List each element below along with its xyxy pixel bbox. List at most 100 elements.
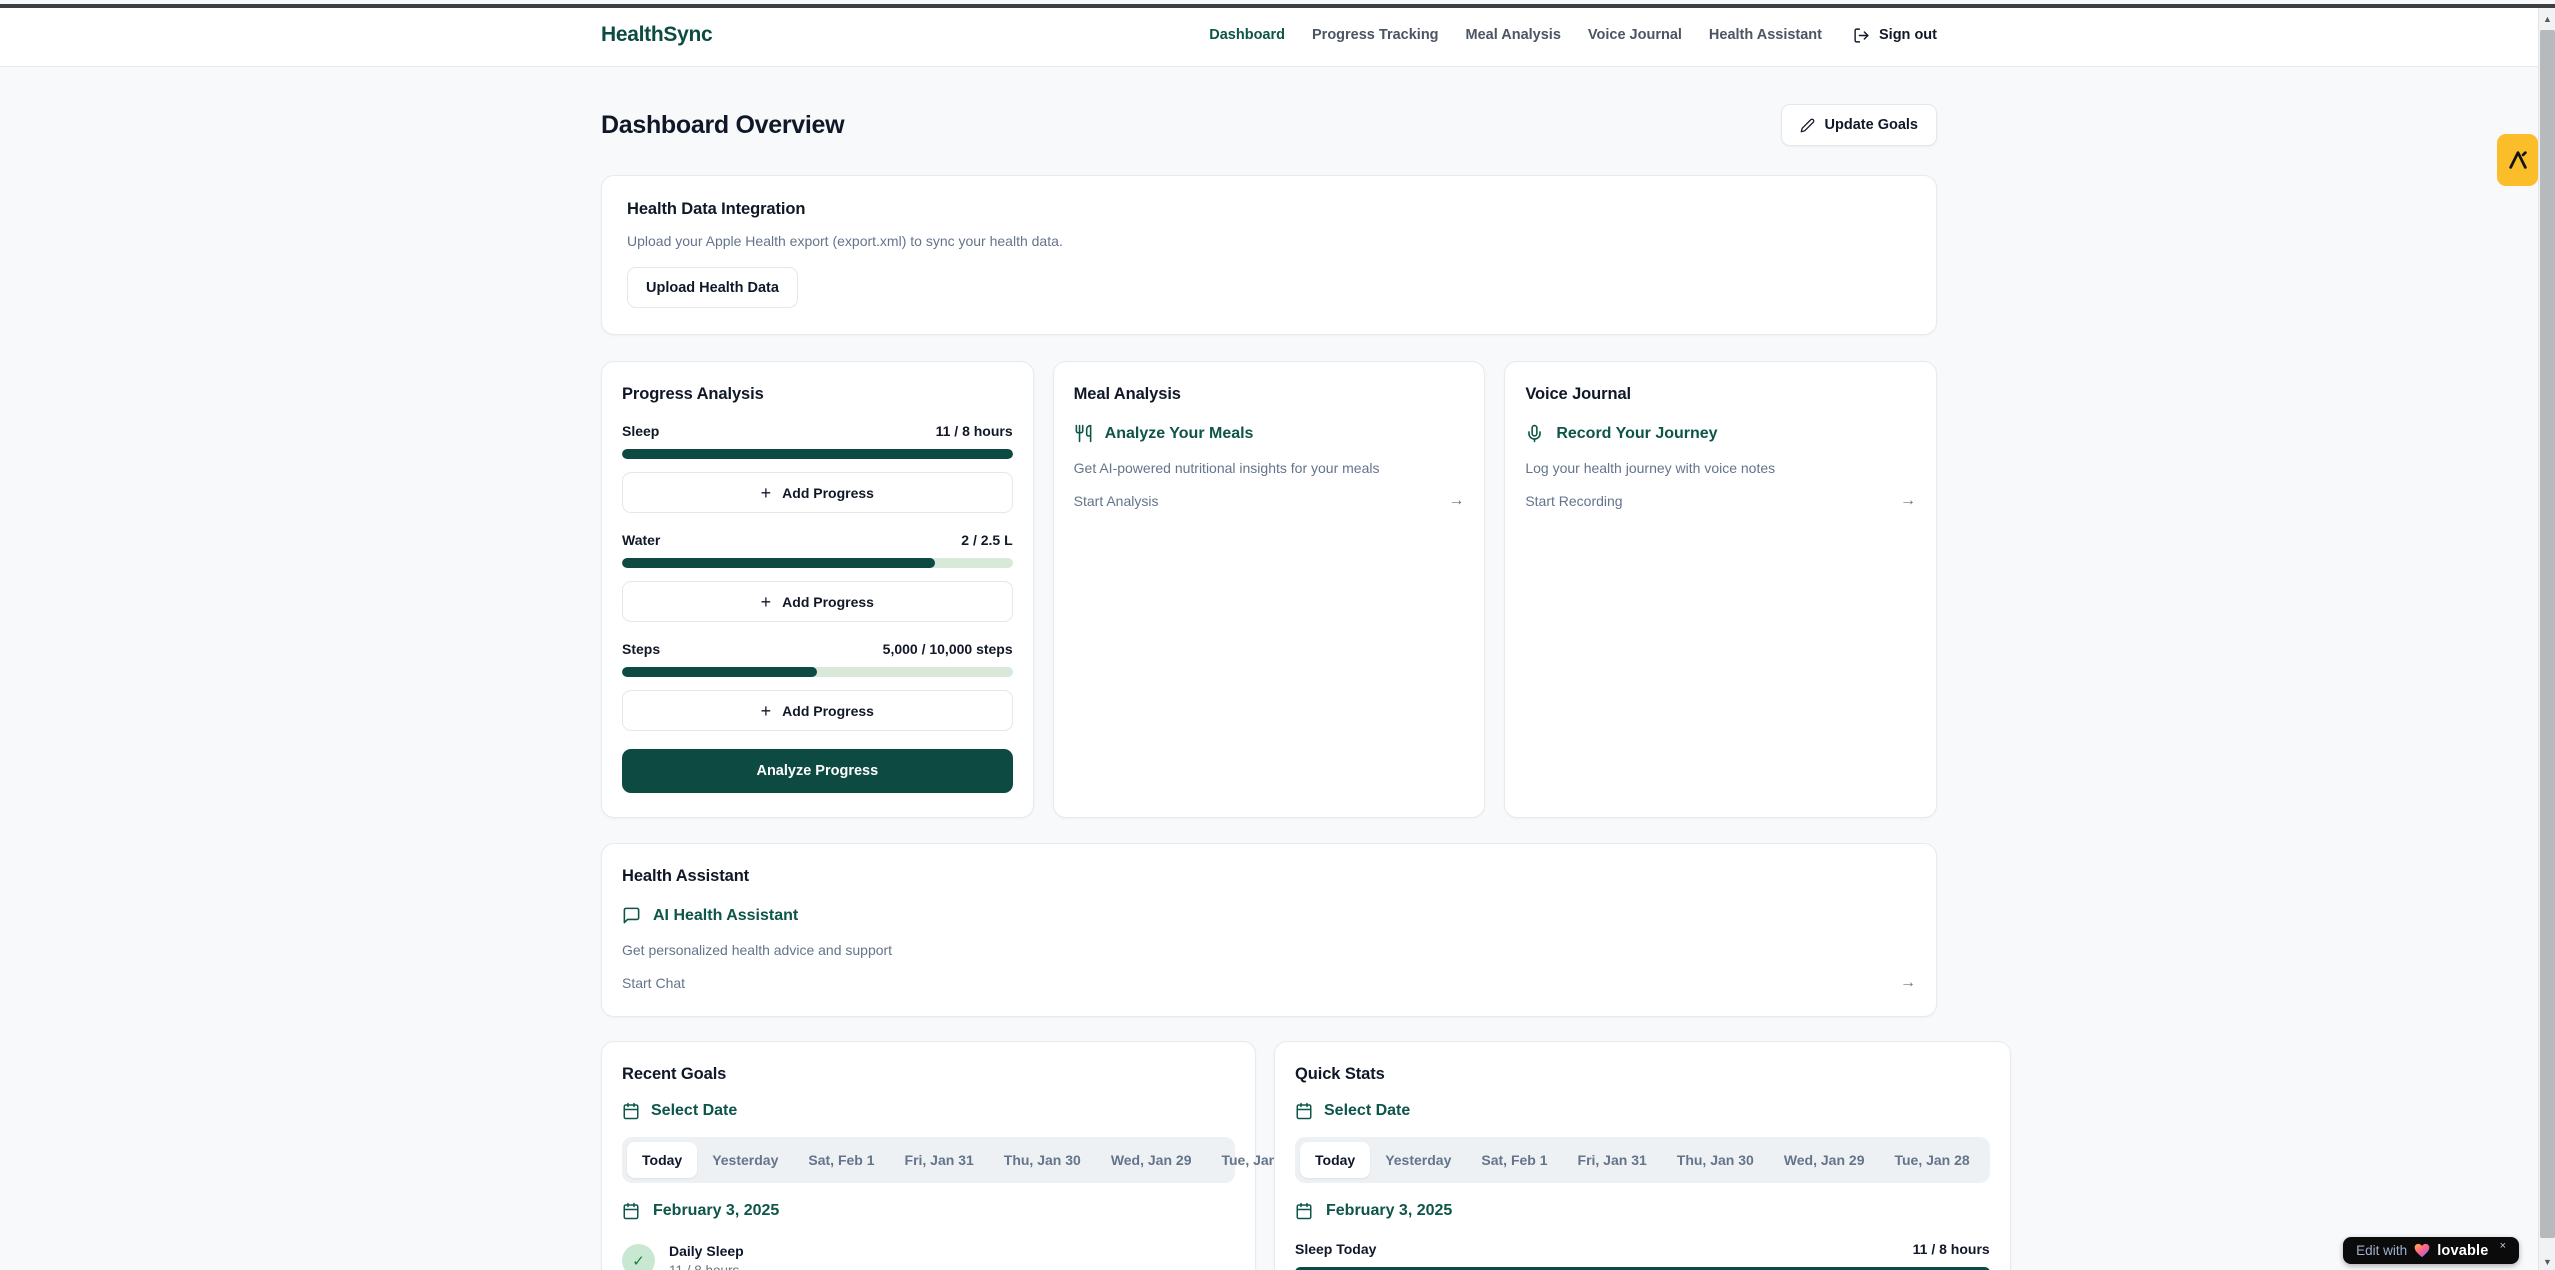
- scroll-down-arrow-icon[interactable]: ▼: [2539, 1253, 2555, 1270]
- add-progress-button[interactable]: +Add Progress: [622, 581, 1013, 622]
- nav-item-progress-tracking[interactable]: Progress Tracking: [1312, 27, 1439, 43]
- recent-goals-current-date[interactable]: February 3, 2025: [622, 1202, 1235, 1220]
- update-goals-button[interactable]: Update Goals: [1781, 104, 1937, 146]
- page-scrollbar[interactable]: ▲ ▼: [2538, 8, 2555, 1270]
- current-date-label: February 3, 2025: [653, 1202, 779, 1220]
- upload-health-data-button[interactable]: Upload Health Data: [627, 267, 798, 308]
- date-tab-thu-jan-30[interactable]: Thu, Jan 30: [1662, 1142, 1769, 1178]
- page-title: Dashboard Overview: [601, 111, 844, 140]
- voice-journal-card: Voice Journal Record Your Journey Log yo…: [1504, 361, 1937, 818]
- date-tab-today[interactable]: Today: [1300, 1142, 1370, 1178]
- sign-out-label: Sign out: [1879, 27, 1937, 43]
- scrollbar-thumb[interactable]: [2540, 30, 2555, 1238]
- stylized-a-logo-icon: [2507, 149, 2529, 171]
- goal-list-item: ✓Daily Sleep11 / 8 hours: [622, 1243, 1235, 1270]
- calendar-icon: [622, 1202, 640, 1220]
- health-assistant-card: Health Assistant AI Health Assistant Get…: [601, 843, 1937, 1017]
- progress-metrics: Sleep 11 / 8 hours + Add Progress Water 2 / 2…: [622, 423, 1013, 731]
- sign-out-button[interactable]: Sign out: [1853, 27, 1937, 44]
- date-tab-sat-feb-1[interactable]: Sat, Feb 1: [1466, 1142, 1562, 1178]
- date-tab-wed-jan-29[interactable]: Wed, Jan 29: [1096, 1142, 1207, 1178]
- start-chat-action[interactable]: Start Chat →: [622, 974, 1916, 992]
- date-tab-fri-jan-31[interactable]: Fri, Jan 31: [890, 1142, 989, 1178]
- add-progress-button[interactable]: + Add Progress: [622, 472, 1013, 513]
- progress-analysis-card: Progress Analysis Sleep11 / 8 hours+Add …: [601, 361, 1034, 818]
- add-progress-button[interactable]: +Add Progress: [622, 690, 1013, 731]
- metric-label: Water: [622, 532, 660, 548]
- record-your-journey-link[interactable]: Record Your Journey: [1525, 424, 1916, 443]
- start-analysis-action[interactable]: Start Analysis →: [1074, 492, 1465, 510]
- quick-stats-date-tabs: TodayYesterdaySat, Feb 1Fri, Jan 31Thu, …: [1295, 1137, 1990, 1183]
- analyze-your-meals-link[interactable]: Analyze Your Meals: [1074, 424, 1465, 443]
- progress-bar-fill: [622, 558, 935, 568]
- record-your-journey-label: Record Your Journey: [1556, 425, 1717, 443]
- start-chat-label: Start Chat: [622, 975, 685, 991]
- current-date-label: February 3, 2025: [1326, 1202, 1452, 1220]
- date-tab-today[interactable]: Today: [627, 1142, 697, 1178]
- nav-item-health-assistant[interactable]: Health Assistant: [1709, 27, 1822, 43]
- arrow-right-icon: →: [1900, 974, 1916, 992]
- sleep-today-label: Sleep Today: [1295, 1241, 1376, 1257]
- metric-value: 2 / 2.5 L: [961, 532, 1012, 548]
- ai-health-assistant-link[interactable]: AI Health Assistant: [622, 906, 1916, 925]
- microphone-icon: [1525, 424, 1544, 443]
- nav-item-voice-journal[interactable]: Voice Journal: [1588, 27, 1682, 43]
- close-icon[interactable]: ×: [2500, 1240, 2506, 1252]
- arrow-right-icon: →: [1900, 492, 1916, 510]
- quick-stats-card: Quick Stats Select Date TodayYesterdaySa…: [1274, 1041, 2011, 1270]
- nav-item-dashboard[interactable]: Dashboard: [1209, 27, 1285, 43]
- metric-label: Steps: [622, 641, 660, 657]
- progress-metric: Steps 5,000 / 10,000 steps +Add Progress: [622, 641, 1013, 731]
- add-progress-label: Add Progress: [782, 485, 874, 501]
- plus-icon: +: [761, 484, 772, 502]
- edit-with-lovable-badge[interactable]: Edit with lovable ×: [2343, 1237, 2519, 1264]
- progress-bar: [622, 558, 1013, 568]
- logout-icon: [1853, 27, 1870, 44]
- date-tab-wed-jan-29[interactable]: Wed, Jan 29: [1769, 1142, 1880, 1178]
- nav-item-meal-analysis[interactable]: Meal Analysis: [1466, 27, 1561, 43]
- date-tab-sat-feb-1[interactable]: Sat, Feb 1: [793, 1142, 889, 1178]
- start-recording-action[interactable]: Start Recording →: [1525, 492, 1916, 510]
- date-tab-fri-jan-31[interactable]: Fri, Jan 31: [1563, 1142, 1662, 1178]
- voice-journal-description: Log your health journey with voice notes: [1525, 460, 1916, 476]
- select-date-label: Select Date: [651, 1102, 737, 1120]
- dev-tool-badge[interactable]: [2497, 134, 2538, 186]
- arrow-right-icon: →: [1448, 492, 1464, 510]
- integration-title: Health Data Integration: [627, 200, 1911, 219]
- health-assistant-title: Health Assistant: [622, 867, 1916, 886]
- health-assistant-description: Get personalized health advice and suppo…: [622, 942, 1916, 958]
- select-date-label: Select Date: [1324, 1102, 1410, 1120]
- metric-value: 5,000 / 10,000 steps: [883, 641, 1013, 657]
- metric-label: Sleep: [622, 423, 659, 439]
- edit-with-label: Edit with: [2356, 1243, 2407, 1258]
- app-header: HealthSync DashboardProgress TrackingMea…: [0, 4, 2538, 67]
- date-tab-thu-jan-30[interactable]: Thu, Jan 30: [989, 1142, 1096, 1178]
- progress-bar-fill: [622, 449, 1013, 459]
- progress-bar: [622, 449, 1013, 459]
- metric-value: 11 / 8 hours: [936, 423, 1013, 439]
- recent-goals-date-tabs: TodayYesterdaySat, Feb 1Fri, Jan 31Thu, …: [622, 1137, 1235, 1183]
- upload-health-data-label: Upload Health Data: [646, 280, 779, 296]
- date-tab-yesterday[interactable]: Yesterday: [1370, 1142, 1466, 1178]
- calendar-icon: [622, 1102, 640, 1120]
- progress-metric: Water 2 / 2.5 L +Add Progress: [622, 532, 1013, 622]
- goal-value: 11 / 8 hours: [669, 1263, 744, 1270]
- date-tab-tue-jan-28[interactable]: Tue, Jan 28: [1879, 1142, 1984, 1178]
- analyze-progress-button[interactable]: Analyze Progress: [622, 749, 1013, 793]
- meal-analysis-card: Meal Analysis Analyze Your Meals Get AI-…: [1053, 361, 1486, 818]
- meal-analysis-title: Meal Analysis: [1074, 385, 1465, 404]
- date-tab-yesterday[interactable]: Yesterday: [697, 1142, 793, 1178]
- quick-stats-select-date[interactable]: Select Date: [1295, 1102, 1990, 1120]
- scroll-up-arrow-icon[interactable]: ▲: [2539, 10, 2555, 27]
- sleep-today-value: 11 / 8 hours: [1913, 1241, 1990, 1257]
- recent-goals-select-date[interactable]: Select Date: [622, 1102, 1235, 1120]
- quick-stats-current-date[interactable]: February 3, 2025: [1295, 1202, 1990, 1220]
- meal-analysis-description: Get AI-powered nutritional insights for …: [1074, 460, 1465, 476]
- recent-goals-card: Recent Goals Select Date TodayYesterdayS…: [601, 1041, 1256, 1270]
- recent-goals-list: ✓Daily Sleep11 / 8 hours: [622, 1243, 1235, 1270]
- integration-description: Upload your Apple Health export (export.…: [627, 233, 1911, 249]
- plus-icon: +: [761, 593, 772, 611]
- lovable-heart-icon: [2414, 1243, 2430, 1258]
- main-nav: Dashboard Progress Tracking Meal Analysis V…: [1209, 27, 1937, 44]
- pencil-icon: [1800, 118, 1815, 133]
